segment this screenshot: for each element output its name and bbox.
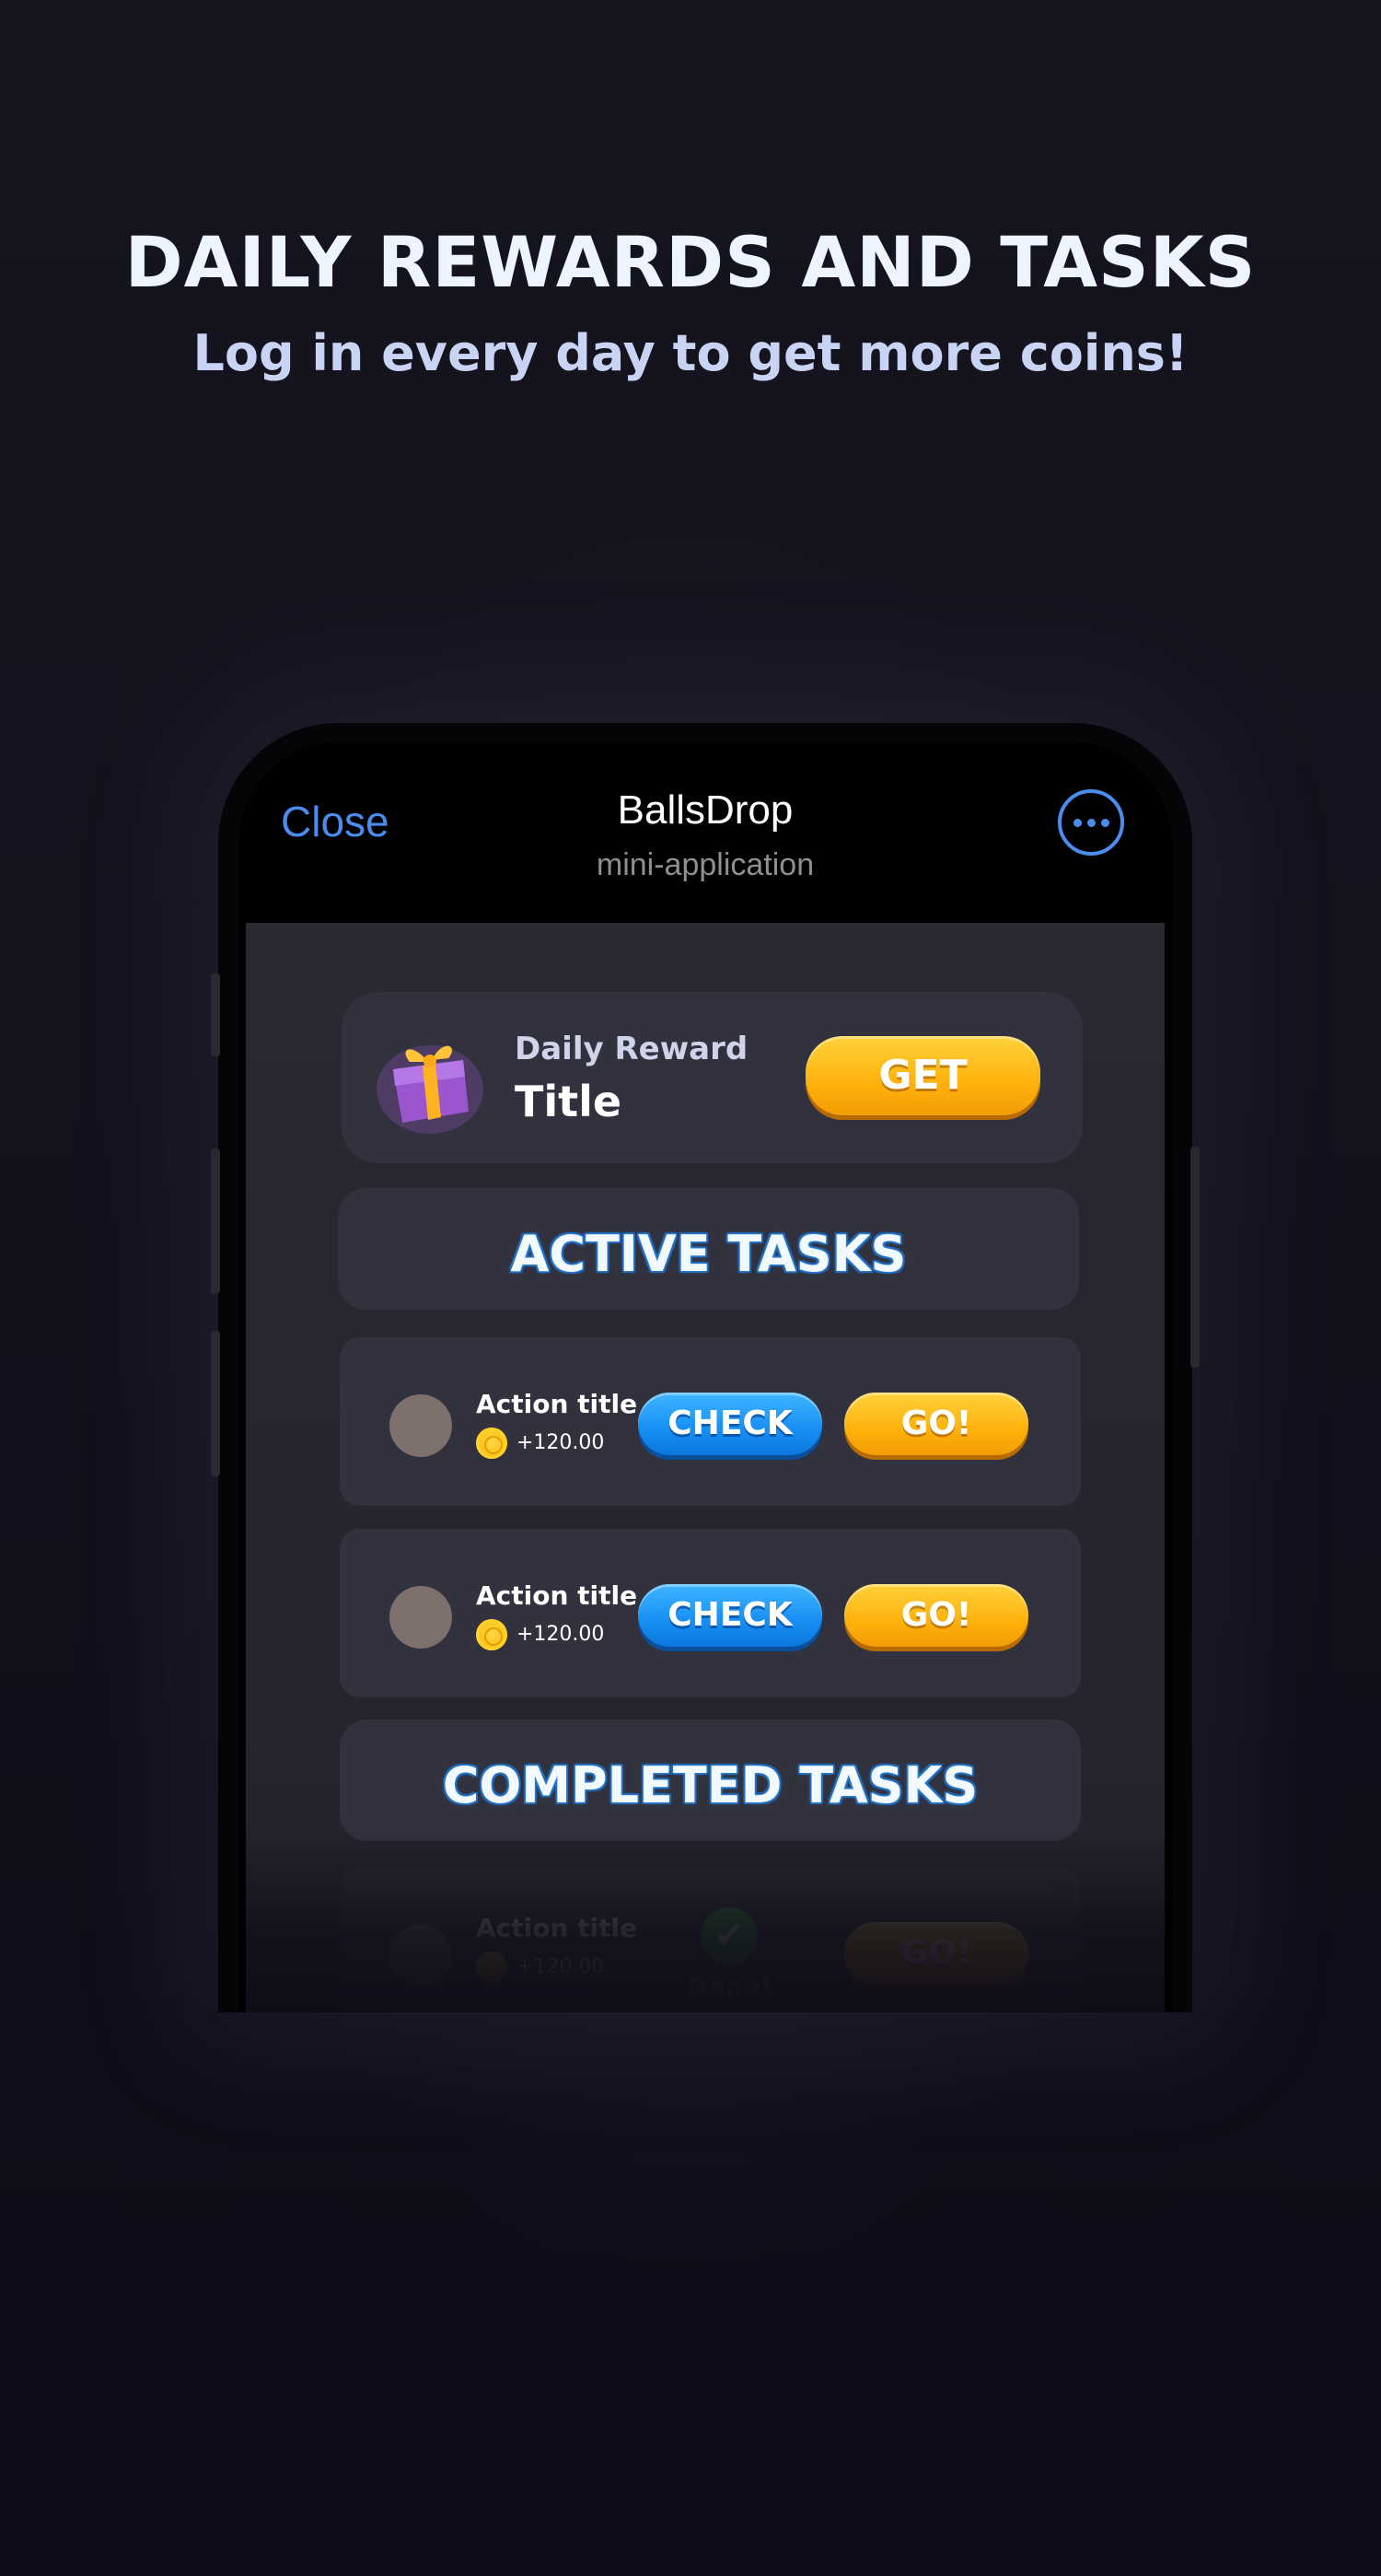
task-reward: +120.00	[516, 1623, 605, 1646]
phone-screen: Close BallsDrop mini-application Daily R…	[238, 741, 1172, 2012]
phone-volume-up-button	[211, 1148, 220, 1294]
completed-task-row: Action title +120.00 ✔ Done! GO!	[340, 1867, 1081, 2012]
task-reward: +120.00	[516, 1431, 605, 1454]
task-title: Action title	[476, 1389, 638, 1419]
task-title: Action title	[476, 1913, 638, 1943]
completed-tasks-title: COMPLETED TASKS	[442, 1756, 979, 1814]
page: DAILY REWARDS AND TASKS Log in every day…	[0, 0, 1381, 2576]
task-title: Action title	[476, 1580, 638, 1611]
coin-icon	[476, 1619, 507, 1650]
phone-frame: Close BallsDrop mini-application Daily R…	[211, 723, 1200, 2012]
gift-icon	[377, 1045, 483, 1134]
completed-tasks-header: COMPLETED TASKS	[340, 1719, 1081, 1841]
go-button[interactable]: GO!	[844, 1922, 1028, 1985]
app-name: BallsDrop	[617, 787, 794, 833]
task-avatar	[389, 1924, 452, 1987]
dot	[1086, 818, 1096, 827]
coin-icon	[476, 1428, 507, 1459]
daily-reward-card: Daily Reward Title GET	[342, 992, 1083, 1163]
app-subtitle: mini-application	[596, 847, 815, 882]
coin-icon	[476, 1952, 507, 1983]
daily-reward-title: Title	[515, 1077, 622, 1126]
app-content: Daily Reward Title GET ACTIVE TASKS Acti…	[246, 923, 1165, 2012]
task-row: Action title +120.00 CHECK GO!	[340, 1529, 1081, 1697]
task-reward: +120.00	[516, 1955, 605, 1978]
phone-volume-down-button	[211, 1331, 220, 1476]
phone-power-button	[1190, 1147, 1200, 1368]
task-avatar	[389, 1586, 452, 1649]
active-tasks-header: ACTIVE TASKS	[338, 1188, 1079, 1310]
phone-silent-switch	[211, 973, 220, 1056]
check-button[interactable]: CHECK	[638, 1393, 822, 1455]
daily-reward-label: Daily Reward	[515, 1031, 749, 1067]
task-avatar	[389, 1394, 452, 1457]
task-status: Done!	[685, 1972, 773, 2002]
get-reward-button[interactable]: GET	[806, 1036, 1040, 1115]
more-options-icon[interactable]	[1058, 789, 1124, 856]
dot	[1073, 818, 1082, 827]
go-button[interactable]: GO!	[844, 1584, 1028, 1647]
check-button[interactable]: CHECK	[638, 1584, 822, 1647]
active-tasks-title: ACTIVE TASKS	[510, 1225, 907, 1283]
mini-app-header: Close BallsDrop mini-application	[238, 741, 1172, 923]
task-row: Action title +120.00 CHECK GO!	[340, 1337, 1081, 1506]
hero-subtitle: Log in every day to get more coins!	[192, 324, 1189, 382]
go-button[interactable]: GO!	[844, 1393, 1028, 1455]
dot	[1100, 818, 1109, 827]
hero-title: DAILY REWARDS AND TASKS	[124, 221, 1257, 303]
checkmark-icon: ✔	[701, 1907, 758, 1964]
